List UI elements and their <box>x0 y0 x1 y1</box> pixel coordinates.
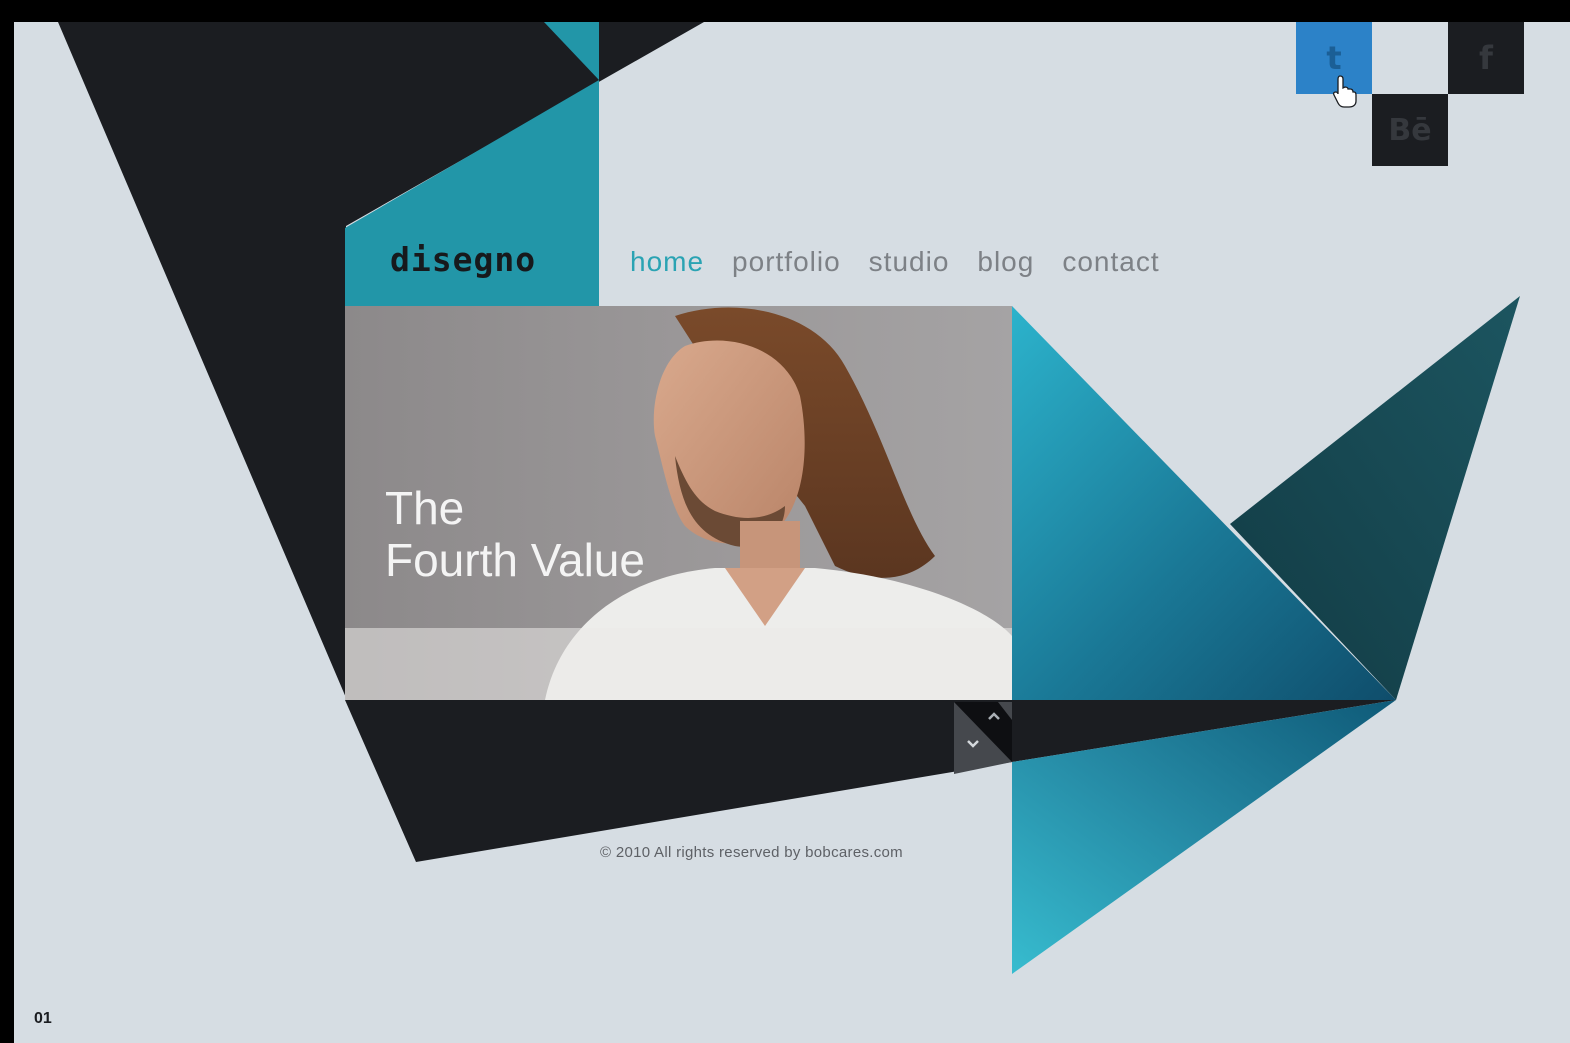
figure-label: 01 <box>34 1010 52 1027</box>
main-nav: home portfolio studio blog contact <box>630 246 1160 278</box>
hero-title-line-2: Fourth Value <box>385 534 645 586</box>
nav-item-studio[interactable]: studio <box>869 246 950 278</box>
facebook-button[interactable]: f <box>1448 22 1524 94</box>
nav-item-portfolio[interactable]: portfolio <box>732 246 841 278</box>
scroll-down-button[interactable] <box>961 732 985 756</box>
behance-icon: Bē <box>1388 112 1432 148</box>
hero-title-line-1: The <box>385 482 465 534</box>
nav-item-blog[interactable]: blog <box>977 246 1034 278</box>
hand-cursor-icon <box>1332 75 1357 108</box>
behance-button[interactable]: Bē <box>1372 94 1448 166</box>
facebook-icon: f <box>1479 39 1493 77</box>
hero-title: The Fourth Value <box>385 482 645 586</box>
chevron-down-icon <box>967 740 979 748</box>
copyright-text: © 2010 All rights reserved by bobcares.c… <box>600 844 903 861</box>
site-logo[interactable]: disegno <box>390 240 590 280</box>
hero-slide[interactable]: The Fourth Value <box>345 306 1012 700</box>
hero-caption-band <box>345 628 1012 700</box>
twitter-icon: t <box>1326 39 1342 77</box>
nav-item-contact[interactable]: contact <box>1062 246 1159 278</box>
scroll-up-button[interactable] <box>982 704 1006 728</box>
nav-item-home[interactable]: home <box>630 246 704 278</box>
chevron-up-icon <box>988 712 1000 720</box>
slide-scroller <box>954 702 1012 774</box>
page-frame: disegno home portfolio studio blog conta… <box>14 22 1570 1043</box>
